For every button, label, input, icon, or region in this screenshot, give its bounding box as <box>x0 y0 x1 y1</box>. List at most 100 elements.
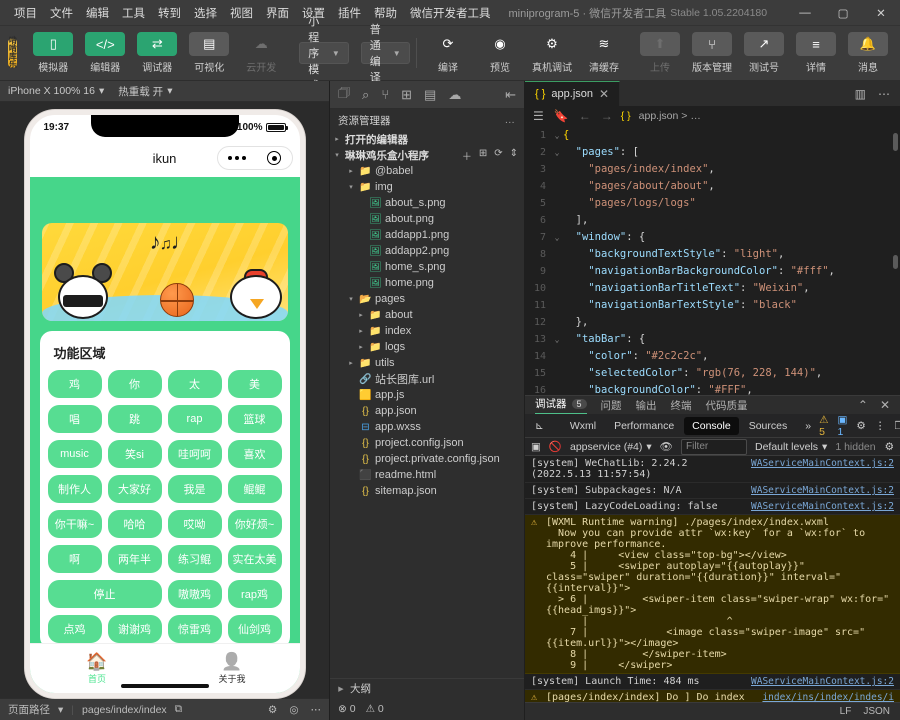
console-log-source[interactable]: WAServiceMainContext.js:2 <box>743 458 894 469</box>
code-line[interactable]: 1⌄{ <box>525 127 900 144</box>
pill-button[interactable]: rap <box>168 405 222 433</box>
pill-button[interactable]: 练习鲲 <box>168 545 222 573</box>
code-line[interactable]: 11 "navigationBarTextStyle": "black" <box>525 297 900 314</box>
code-line[interactable]: 8 "backgroundTextStyle": "light", <box>525 246 900 263</box>
pill-button[interactable]: 你好烦~ <box>228 510 282 538</box>
toolbar-right-上传[interactable]: ⬆上传 <box>634 32 686 74</box>
inspect-icon[interactable]: ⊾ <box>529 420 550 432</box>
forward-icon[interactable]: → <box>601 109 613 123</box>
devtools-tab-Wxml[interactable]: Wxml <box>562 417 604 435</box>
refresh-icon[interactable]: ⟳ <box>494 148 502 163</box>
tree-item[interactable]: {}project.private.config.json <box>330 451 524 467</box>
more-icon[interactable] <box>228 156 246 160</box>
pill-button[interactable]: 跳 <box>108 405 162 433</box>
split-editor-icon[interactable]: ▥ <box>855 87 866 101</box>
menu-item-3[interactable]: 工具 <box>116 2 151 24</box>
page-path-label[interactable]: 页面路径 <box>8 702 50 717</box>
settings-icon[interactable]: ⚙ <box>268 704 277 716</box>
pill-button[interactable]: rap鸡 <box>228 580 282 608</box>
gear-icon[interactable]: ⚙ <box>885 441 894 453</box>
dock-icon[interactable]: ❐ <box>894 420 900 432</box>
toolbar-btn-可视化[interactable]: ▤可视化 <box>183 32 235 74</box>
eye-icon[interactable]: ◎ <box>289 704 298 716</box>
more-icon[interactable]: ⋯ <box>311 704 322 716</box>
code-line[interactable]: 16 "backgroundColor": "#FFF", <box>525 382 900 395</box>
pill-button[interactable]: 你干嘛~ <box>48 510 102 538</box>
menu-item-0[interactable]: 项目 <box>8 2 43 24</box>
info-count-badge[interactable]: ▣ 1 <box>838 414 848 438</box>
editor-scrollbar[interactable] <box>893 133 898 151</box>
mp-tab-首页[interactable]: 🏠首页 <box>30 653 165 685</box>
chevron-down-icon[interactable]: ▾ <box>58 704 63 716</box>
pill-button[interactable]: 鲲鲲 <box>228 475 282 503</box>
pill-button[interactable]: 哈哈 <box>108 510 162 538</box>
error-count[interactable]: ⊗ 0 <box>338 703 356 715</box>
minimize-icon[interactable]: — <box>786 0 824 26</box>
pill-button[interactable]: 惊雷鸡 <box>168 615 222 643</box>
pill-button[interactable]: 点鸡 <box>48 615 102 643</box>
cloud-icon[interactable]: ☁ <box>448 87 461 103</box>
tree-item[interactable]: ▾📂pages <box>330 291 524 307</box>
tree-item[interactable]: ▸📁about <box>330 307 524 323</box>
code-line[interactable]: 4 "pages/about/about", <box>525 178 900 195</box>
pill-button[interactable]: 鸡 <box>48 370 102 398</box>
kebab-icon[interactable]: ⋮ <box>875 420 886 432</box>
panel-tab-代码质量[interactable]: 代码质量 <box>706 398 748 413</box>
gear-icon[interactable]: ⚙ <box>856 420 865 432</box>
bookmark-icon[interactable]: 🔖 <box>554 109 569 123</box>
console-log[interactable]: [system] WeChatLib: 2.24.2 (2022.5.13 11… <box>525 456 900 702</box>
tree-item[interactable]: 🔗站长图库.url <box>330 371 524 387</box>
code-line[interactable]: 10 "navigationBarTitleText": "Weixin", <box>525 280 900 297</box>
menu-item-9[interactable]: 插件 <box>332 2 367 24</box>
tree-item[interactable]: 🖼addapp2.png <box>330 243 524 259</box>
compile-select[interactable]: 普通编译 ▼ <box>361 42 410 64</box>
tree-item[interactable]: 🖼home_s.png <box>330 259 524 275</box>
tree-item[interactable]: {}project.config.json <box>330 435 524 451</box>
tree-item[interactable]: {}app.json <box>330 403 524 419</box>
pill-button[interactable]: 实在太美 <box>228 545 282 573</box>
banner-swiper[interactable]: ♪♫♩ <box>42 223 288 321</box>
tree-item[interactable]: 🖼home.png <box>330 275 524 291</box>
console-log-row[interactable]: ⚠[WXML Runtime warning] ./pages/index/in… <box>525 515 900 674</box>
code-line[interactable]: 12 }, <box>525 314 900 331</box>
tree-item[interactable]: 🖼addapp1.png <box>330 227 524 243</box>
close-icon[interactable]: ✕ <box>880 398 890 412</box>
source-control-icon[interactable]: ⑂ <box>381 87 389 102</box>
tab-app-json[interactable]: { } app.json ✕ <box>525 81 620 106</box>
eye-icon[interactable]: 👁 <box>660 440 673 453</box>
maximize-icon[interactable]: ▢ <box>824 0 862 26</box>
line-ending[interactable]: LF <box>840 706 852 717</box>
toolbar-action-真机调试[interactable]: ⚙真机调试 <box>526 32 578 74</box>
new-folder-icon[interactable]: ⊞ <box>479 148 487 163</box>
devtools-tab-Console[interactable]: Console <box>684 417 739 435</box>
console-log-row[interactable]: [system] Subpackages: N/AWAServiceMainCo… <box>525 483 900 499</box>
console-log-source[interactable]: WAServiceMainContext.js:2 <box>743 676 894 687</box>
close-target-icon[interactable] <box>267 151 281 165</box>
pill-button[interactable]: 太 <box>168 370 222 398</box>
tree-item[interactable]: ▸📁logs <box>330 339 524 355</box>
fold-toggle-icon[interactable]: ⌄ <box>551 148 563 157</box>
collapse-sidebar-icon[interactable]: ⇤ <box>505 87 516 103</box>
pill-button[interactable]: 停止 <box>48 580 162 608</box>
collapse-all-icon[interactable]: ⇕ <box>510 148 518 163</box>
pill-button[interactable]: 哇呵呵 <box>168 440 222 468</box>
pill-button[interactable]: 笑si <box>108 440 162 468</box>
menu-item-7[interactable]: 界面 <box>260 2 295 24</box>
toolbar-right-测试号[interactable]: ↗测试号 <box>738 32 790 74</box>
console-log-source[interactable]: index/ins/index/indes/i <box>754 692 894 702</box>
device-select[interactable]: iPhone X 100% 16 ▾ <box>8 85 104 97</box>
mp-capsule-buttons[interactable] <box>217 146 293 170</box>
menu-item-4[interactable]: 转到 <box>152 2 187 24</box>
devtools-tab-Sources[interactable]: Sources <box>741 417 796 435</box>
toolbar-action-编译[interactable]: ⟳编译 <box>422 32 474 74</box>
tree-item[interactable]: ▾📁img <box>330 179 524 195</box>
pill-button[interactable]: 你 <box>108 370 162 398</box>
outline-icon[interactable]: ☰ <box>533 109 544 123</box>
code-line[interactable]: 5 "pages/logs/logs" <box>525 195 900 212</box>
code-line[interactable]: 6 ], <box>525 212 900 229</box>
outline-section[interactable]: ▶ 大纲 <box>330 678 524 698</box>
pill-button[interactable]: 两年半 <box>108 545 162 573</box>
menu-item-1[interactable]: 文件 <box>44 2 79 24</box>
mode-select[interactable]: 小程序模式 ▼ <box>299 42 349 64</box>
toolbar-right-详情[interactable]: ≡详情 <box>790 32 842 74</box>
